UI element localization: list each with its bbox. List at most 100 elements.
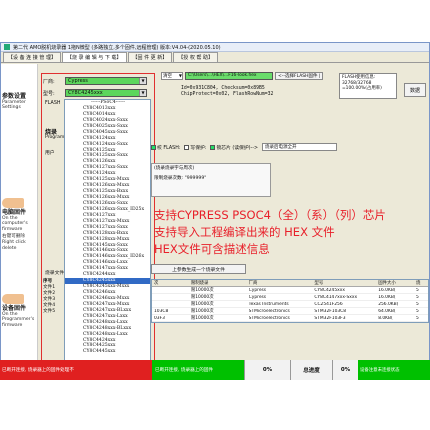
table-cell: 103C8 xyxy=(154,308,169,314)
clear-combo-label: 清空 xyxy=(163,73,172,79)
write-protect-option[interactable]: 写保护: xyxy=(184,144,206,151)
table-cell: 256.0KB( xyxy=(378,301,399,307)
table-header-cell: 烧 xyxy=(416,281,421,286)
sidebar-dev-sub: On the Programmer's firmware xyxy=(2,311,35,328)
table-row[interactable]: 103C8 限10000次 STMicroelectronics STM32F103C… xyxy=(152,308,428,315)
table-cell: CY8C4245xxx xyxy=(314,287,345,293)
table-cell: 限10000次 xyxy=(190,302,214,307)
table-cell: 8.0KB( xyxy=(378,315,393,321)
table-cell: 5 xyxy=(416,315,419,321)
sn-limit-value[interactable]: "999999" xyxy=(185,176,207,181)
table-cell: 限10000次 xyxy=(190,295,214,300)
flash-usage-pct: =100.00%(占用率) xyxy=(342,86,382,91)
title-bar: 第二代 AMO脱机烧录器 1拖N微型 (多路独立,多个固件,远程管理) 版本:V… xyxy=(1,43,429,52)
sn-limit-row: 限制烧录次数: "999999" xyxy=(154,176,268,182)
burn-options: 校 FLASH: 写保护: 锁芯片 (读保护)--> 烧录后电源全开 xyxy=(151,143,337,151)
checksum-line-2: ChipProtect=0x02, FlashRowNum=32 xyxy=(181,92,274,98)
generate-burn-file-button[interactable]: 上参数生成一个烧录文件 xyxy=(151,264,246,274)
total-progress-percent: 0% xyxy=(332,360,358,380)
promo-line-1: 支持CYPRESS PSOC4（全）（系）（列）芯片 xyxy=(154,208,386,222)
sidebar-item-device-firmware[interactable]: 设备固件 On the Programmer's firmware xyxy=(2,294,38,328)
app-window: 第二代 AMO脱机烧录器 1拖N微型 (多路独立,多个固件,远程管理) 版本:V… xyxy=(0,42,430,378)
checkbox-icon xyxy=(151,144,156,150)
table-cell: STM32F103C8 xyxy=(314,308,347,314)
promo-line-3: HEX文件可含描述信息 xyxy=(154,242,270,256)
clear-combo[interactable]: 清空 ▼ xyxy=(161,71,183,80)
table-header-cell: 厂商 xyxy=(248,281,258,286)
table-header-cell: 固件大小 xyxy=(378,281,396,286)
tab-device-connection[interactable]: 【设 备 连 接 管 理】 xyxy=(3,52,61,62)
checkbox-icon xyxy=(210,144,216,150)
table-cell: 限10000次 xyxy=(190,309,214,314)
table-cell: Cypress xyxy=(248,287,267,293)
checksum-info: Id=0x931C804, Checksum=0x89B5 ChipProtec… xyxy=(181,86,273,98)
checkbox-icon xyxy=(184,144,190,150)
write-protect-label: 写保护: xyxy=(190,145,207,151)
hand-pointer-icon xyxy=(2,198,24,208)
table-cell: STM32F103F3 xyxy=(314,315,346,321)
hand-pointer-icon xyxy=(2,294,24,304)
progress-percent: 0% xyxy=(244,360,290,380)
table-header: 次 限制烧录 厂商 型号 固件大小 烧 xyxy=(152,280,428,287)
sidebar-pc-note: 右键可删除 Right click delete xyxy=(2,234,26,251)
tab-burn-edit[interactable]: 【烧 录 编 辑 与 下 载】 xyxy=(61,52,127,62)
select-flash-button[interactable]: <--选择FLASH固件 | xyxy=(275,71,324,80)
window-title: 第二代 AMO脱机烧录器 1拖N微型 (多路独立,多个固件,远程管理) 版本:V… xyxy=(13,44,221,51)
table-cell: STMicroelectronics xyxy=(248,308,290,314)
table-row[interactable]: 03F3 限10000次 STMicroelectronics STM32F103F3… xyxy=(152,315,428,322)
serial-number-box: (烧录烧录字与周次) 限制烧录次数: "999999" xyxy=(151,163,271,197)
table-cell: Texas Instruments xyxy=(248,301,289,307)
sidebar-item-param[interactable]: 参数设置 Parameter Settings xyxy=(2,94,38,111)
flash-verify-label: 校 FLASH: xyxy=(157,145,181,151)
device-status: 设备注意未连接状态 xyxy=(358,360,430,380)
lock-chip-label: 锁芯片 (读保护)--> xyxy=(216,145,258,151)
total-progress-label: 总进度 xyxy=(290,360,332,380)
table-cell: CC2541F256 xyxy=(314,301,343,307)
status-disconnected-red: 已断开连接, 烧录器上的固件处理不 xyxy=(0,360,152,380)
table-body: 限10000次 Cypress CY8C4245xxx 16.0KB(5 限10000次… xyxy=(152,287,428,322)
table-header-cell: 限制烧录 xyxy=(190,281,209,286)
promo-line-2: 支持导入工程编译出来的 HEX 文件 xyxy=(154,225,335,239)
table-cell: STMicroelectronics xyxy=(248,315,290,321)
table-cell: 5 xyxy=(416,294,419,300)
status-disconnected-green: 已断开连接, 烧录器上的固件 xyxy=(152,360,244,380)
lock-chip-option[interactable]: 锁芯片 (读保护)--> xyxy=(210,144,258,151)
tab-license-help[interactable]: 【授 权 帮 助】 xyxy=(173,52,219,62)
table-row[interactable]: 限10000次 Cypress CY8C4147xxx-Sxxx 16.0KB( 5 xyxy=(152,294,428,301)
sn-title: (烧录烧录字与周次) xyxy=(154,166,195,171)
data-button[interactable]: 数据 xyxy=(404,83,426,97)
table-cell: 16.0KB( xyxy=(378,287,396,293)
table-cell: CY8C4147xxx-Sxxx xyxy=(314,294,358,300)
table-cell: 限10000次 xyxy=(190,288,214,293)
table-cell: 64.0KB( xyxy=(378,308,396,314)
table-cell: 16.0KB( xyxy=(378,294,396,300)
table-row[interactable]: 限10000次 Texas Instruments CC2541F256 256.0K… xyxy=(152,301,428,308)
table-header-cell: 型号 xyxy=(314,281,324,286)
table-cell: 5 xyxy=(416,287,419,293)
file-path-field[interactable]: C:\Users\...\HEX\...F16-look.hex xyxy=(185,71,273,80)
flash-verify-option[interactable]: 校 FLASH: xyxy=(151,144,180,151)
after-burn-value: 烧录后电源全开 xyxy=(264,145,297,150)
sidebar-pc-sub: On the computer's firmware xyxy=(2,215,28,232)
sn-limit-label: 限制烧录次数: xyxy=(154,176,184,181)
table-cell: Cypress xyxy=(248,294,267,300)
firmware-table: 次 限制烧录 厂商 型号 固件大小 烧 限10000次 Cypress CY8C42… xyxy=(151,279,429,323)
sidebar: 参数设置 Parameter Settings 电脑固件 On the comp… xyxy=(1,64,38,377)
table-header-cell: 次 xyxy=(154,281,159,286)
highlight-frame xyxy=(41,73,155,375)
app-icon xyxy=(4,44,10,50)
status-bar: 已断开连接, 烧录器上的固件处理不 已断开连接, 烧录器上的固件 0% 总进度 … xyxy=(0,360,430,380)
tab-firmware-update[interactable]: 【固 件 更 新】 xyxy=(127,52,173,62)
table-cell: 03F3 xyxy=(154,315,165,321)
sidebar-item-pc-firmware[interactable]: 电脑固件 On the computer's firmware 右键可删除 Ri… xyxy=(2,198,38,251)
after-burn-select[interactable]: 烧录后电源全开 xyxy=(261,143,337,151)
table-cell: 5 xyxy=(416,308,419,314)
table-row[interactable]: 限10000次 Cypress CY8C4245xxx 16.0KB( 5 xyxy=(152,287,428,294)
flash-usage-box: FLASH使用信息: 32768/32768 =100.00%(占用率) xyxy=(339,73,397,99)
table-cell: 5 xyxy=(416,301,419,307)
table-cell: 限10000次 xyxy=(190,316,214,321)
tab-bar: 【设 备 连 接 管 理】 【烧 录 编 辑 与 下 载】 【固 件 更 新】 … xyxy=(1,52,429,63)
sidebar-param-sub: Parameter Settings xyxy=(2,99,26,111)
file-toolbar: 清空 ▼ C:\Users\...\HEX\...F16-look.hex <-… xyxy=(161,71,324,80)
chevron-down-icon: ▼ xyxy=(178,73,182,78)
